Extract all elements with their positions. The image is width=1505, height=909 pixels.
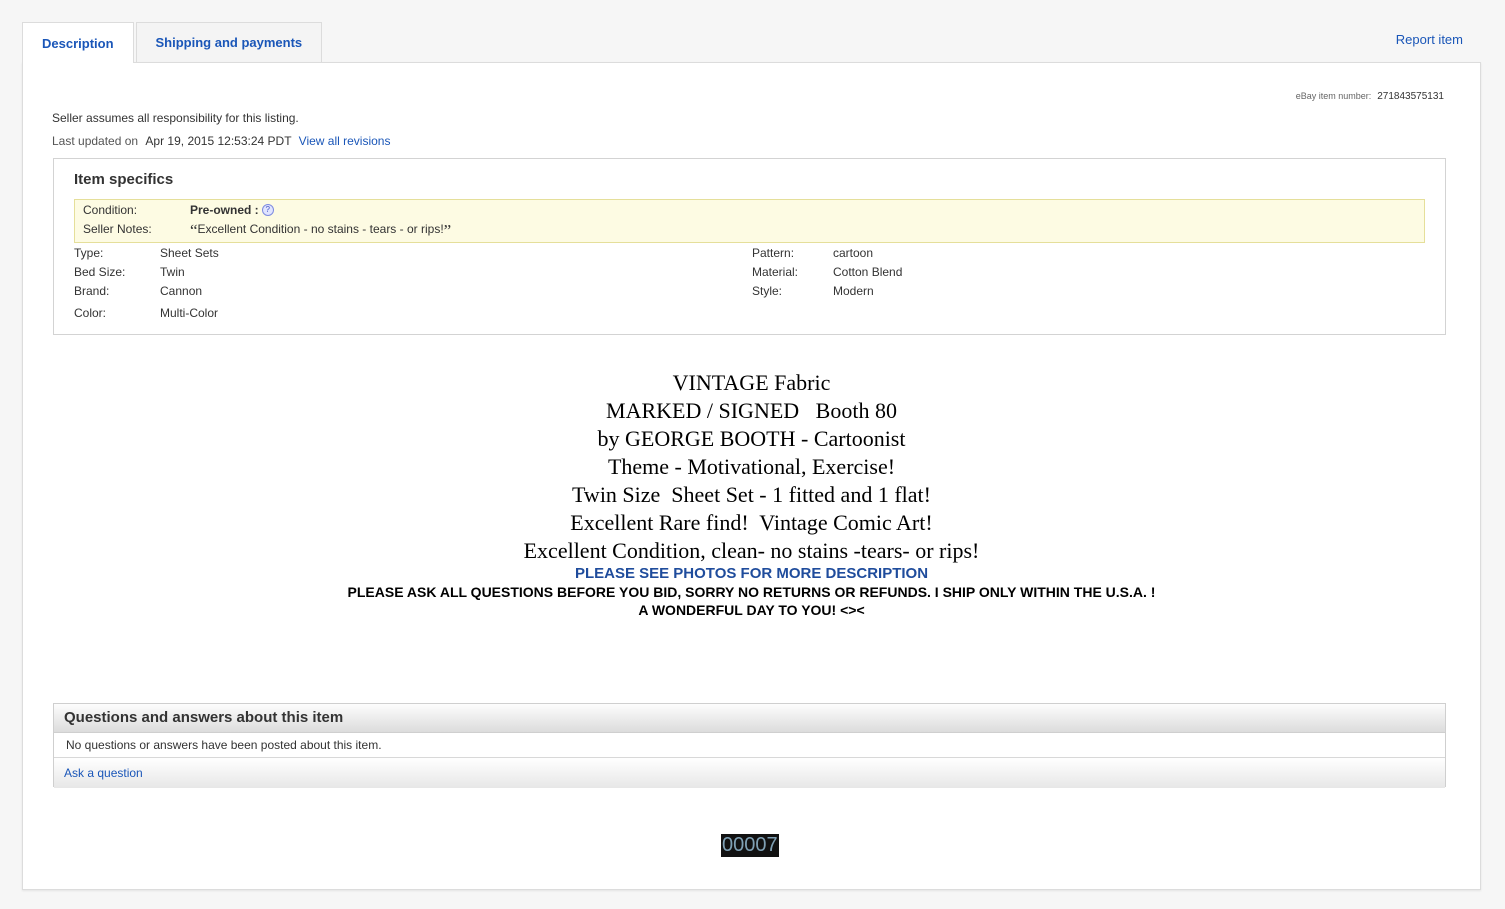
- close-quote: ”: [443, 221, 452, 240]
- seller-responsibility-note: Seller assumes all responsibility for th…: [52, 111, 299, 125]
- item-number-value: 271843575131: [1377, 91, 1444, 102]
- attr-style: Style: Modern: [752, 284, 874, 298]
- attr-key: Color:: [74, 306, 107, 320]
- last-updated: Last updated on Apr 19, 2015 12:53:24 PD…: [52, 134, 390, 148]
- tab-bar: Description Shipping and payments: [22, 22, 324, 63]
- attr-value: cartoon: [833, 246, 874, 260]
- description-line: Theme - Motivational, Exercise!: [607, 454, 896, 479]
- attr-key: Material:: [752, 265, 799, 279]
- attr-value: Modern: [833, 284, 874, 298]
- questions-notice: PLEASE ASK ALL QUESTIONS BEFORE YOU BID,…: [347, 584, 1156, 600]
- description-line: Excellent Condition, clean- no stains -t…: [523, 538, 980, 563]
- view-all-revisions-link[interactable]: View all revisions: [299, 134, 391, 148]
- item-description: VINTAGE Fabric MARKED / SIGNED Booth 80 …: [23, 369, 1480, 619]
- description-line: VINTAGE Fabric: [672, 370, 831, 395]
- attr-value: Multi-Color: [160, 306, 219, 320]
- seller-notes-row: Seller Notes: “Excellent Condition - no s…: [83, 221, 451, 241]
- visit-counter: 00007: [721, 834, 779, 857]
- tab-shipping-and-payments[interactable]: Shipping and payments: [135, 22, 323, 62]
- attr-key: Type:: [74, 246, 104, 260]
- condition-box: Condition: Pre-owned :? Seller Notes: “Exc…: [74, 199, 1425, 243]
- last-updated-date: Apr 19, 2015 12:53:24 PDT: [145, 134, 292, 148]
- attr-pattern: Pattern: cartoon: [752, 246, 873, 260]
- ask-question-row: Ask a question: [54, 758, 1445, 788]
- attr-key: Pattern:: [752, 246, 795, 260]
- item-number: eBay item number: 271843575131: [1296, 91, 1444, 102]
- attr-key: Style:: [752, 284, 783, 298]
- attr-value: Cotton Blend: [833, 265, 903, 279]
- description-line: Twin Size Sheet Set - 1 fitted and 1 fla…: [572, 482, 931, 507]
- open-quote: “: [190, 221, 198, 240]
- condition-label: Condition:: [83, 203, 138, 217]
- qa-empty-message: No questions or answers have been posted…: [54, 733, 1445, 758]
- help-icon[interactable]: ?: [261, 204, 274, 216]
- attr-bed-size: Bed Size: Twin: [74, 265, 185, 279]
- ask-question-link[interactable]: Ask a question: [64, 766, 143, 780]
- seller-notes-value: Excellent Condition - no stains - tears …: [197, 222, 444, 236]
- description-line: Excellent Rare find! Vintage Comic Art!: [570, 510, 933, 535]
- report-item-link[interactable]: Report item: [1396, 32, 1463, 47]
- attr-value: Cannon: [160, 284, 203, 298]
- attr-material: Material: Cotton Blend: [752, 265, 902, 279]
- condition-value: Pre-owned :: [190, 203, 259, 217]
- tab-description[interactable]: Description: [22, 22, 134, 63]
- qa-title: Questions and answers about this item: [54, 704, 1445, 733]
- description-line: MARKED / SIGNED Booth 80: [606, 398, 897, 423]
- last-updated-label: Last updated on: [52, 134, 139, 148]
- attr-color: Color: Multi-Color: [74, 306, 218, 320]
- item-number-label: eBay item number:: [1295, 91, 1372, 101]
- description-panel: eBay item number: 271843575131 Seller ass…: [22, 62, 1481, 890]
- attr-type: Type: Sheet Sets: [74, 246, 219, 260]
- closing-greeting: A WONDERFUL DAY TO YOU! <><: [638, 602, 865, 618]
- attr-value: Twin: [160, 265, 185, 279]
- seller-notes-label: Seller Notes:: [83, 222, 152, 236]
- attr-brand: Brand: Cannon: [74, 284, 202, 298]
- attr-value: Sheet Sets: [160, 246, 219, 260]
- photos-notice: PLEASE SEE PHOTOS FOR MORE DESCRIPTION: [574, 565, 929, 582]
- condition-row: Condition: Pre-owned :?: [83, 203, 274, 217]
- item-specifics-title: Item specifics: [74, 171, 174, 188]
- attr-key: Brand:: [74, 284, 110, 298]
- description-line: by GEORGE BOOTH - Cartoonist: [597, 426, 906, 451]
- item-specifics: Item specifics Condition: Pre-owned :? Se…: [53, 158, 1446, 335]
- questions-and-answers: Questions and answers about this item No…: [53, 703, 1446, 788]
- attr-key: Bed Size:: [74, 265, 126, 279]
